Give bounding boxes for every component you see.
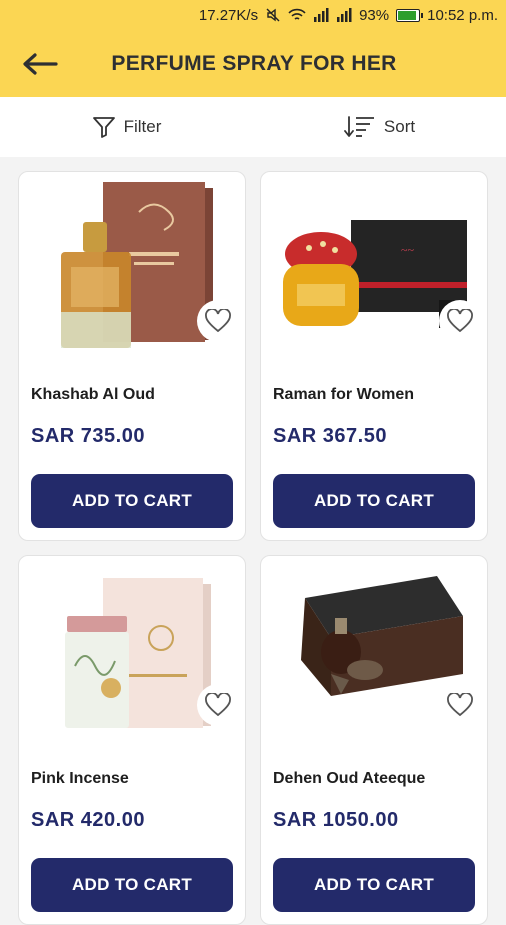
wishlist-button[interactable] <box>197 684 239 726</box>
product-name: Dehen Oud Ateeque <box>273 770 426 787</box>
product-name: Pink Incense <box>31 770 129 787</box>
svg-text:~~: ~~ <box>401 243 414 257</box>
back-button[interactable] <box>12 40 68 88</box>
add-to-cart-button[interactable]: ADD TO CART <box>273 474 475 528</box>
network-speed: 17.27K/s <box>198 6 259 24</box>
signal-2-icon <box>336 8 352 22</box>
mute-icon <box>265 7 281 23</box>
product-price: SAR 367.50 <box>273 425 387 447</box>
heart-icon <box>205 309 231 333</box>
wishlist-button[interactable] <box>439 300 481 342</box>
product-card[interactable]: Khashab Al Oud SAR 735.00 ADD TO CART <box>18 171 246 541</box>
status-bar: 17.27K/s 93% 10:52 p.m. <box>0 0 506 30</box>
sort-button[interactable]: Sort <box>253 97 506 157</box>
heart-icon <box>205 693 231 717</box>
battery-percent: 93% <box>359 6 390 24</box>
product-card[interactable]: Pink Incense SAR 420.00 ADD TO CART <box>18 555 246 925</box>
filter-icon <box>92 117 115 138</box>
sort-icon <box>344 116 374 137</box>
product-price: SAR 735.00 <box>31 425 145 447</box>
product-price: SAR 1050.00 <box>273 809 399 831</box>
arrow-left-icon <box>23 53 58 75</box>
wishlist-button[interactable] <box>197 300 239 342</box>
filter-button[interactable]: Filter <box>0 97 253 157</box>
filter-sort-bar: Filter Sort <box>0 97 506 157</box>
page-title: PERFUME SPRAY FOR HER <box>111 52 397 75</box>
app-bar: PERFUME SPRAY FOR HER <box>0 34 506 94</box>
battery-icon <box>396 8 424 22</box>
product-card[interactable]: Dehen Oud Ateeque SAR 1050.00 ADD TO CAR… <box>260 555 488 925</box>
wifi-icon <box>288 8 306 22</box>
add-to-cart-button[interactable]: ADD TO CART <box>273 858 475 912</box>
product-card[interactable]: ~~ Raman for Women SAR 367.50 ADD TO CAR… <box>260 171 488 541</box>
add-to-cart-button[interactable]: ADD TO CART <box>31 474 233 528</box>
signal-icon <box>313 8 329 22</box>
filter-label: Filter <box>123 117 162 136</box>
sort-label: Sort <box>383 117 416 136</box>
product-price: SAR 420.00 <box>31 809 145 831</box>
app-header: 17.27K/s 93% 10:52 p.m. PERFUME SPRAY FO… <box>0 0 506 97</box>
product-grid: Khashab Al Oud SAR 735.00 ADD TO CART ~~… <box>18 171 488 925</box>
clock: 10:52 p.m. <box>427 6 498 24</box>
heart-icon <box>447 693 473 717</box>
product-name: Raman for Women <box>273 386 415 403</box>
product-name: Khashab Al Oud <box>31 386 155 403</box>
wishlist-button[interactable] <box>439 684 481 726</box>
add-to-cart-button[interactable]: ADD TO CART <box>31 858 233 912</box>
heart-icon <box>447 309 473 333</box>
